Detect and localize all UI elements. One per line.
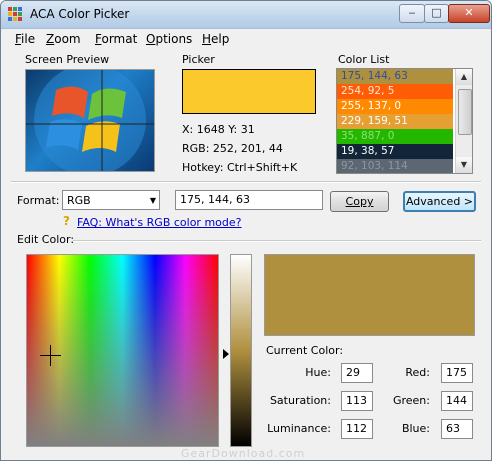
blue-label: Blue: bbox=[401, 422, 430, 435]
color-list-item[interactable]: 35, 887, 0 bbox=[337, 129, 453, 144]
luminance-marker-icon[interactable] bbox=[223, 349, 229, 359]
format-label: Format: bbox=[17, 194, 60, 207]
close-button[interactable]: ✕ bbox=[448, 4, 490, 23]
color-list-item[interactable]: 175, 144, 63 bbox=[337, 69, 453, 84]
chevron-down-icon: ▼ bbox=[149, 196, 156, 205]
color-list-scrollbar[interactable]: ▲ ▼ bbox=[455, 69, 472, 173]
maximize-button[interactable]: □ bbox=[424, 4, 449, 23]
menu-zoom[interactable]: Zoom bbox=[46, 32, 81, 46]
color-spectrum[interactable] bbox=[26, 254, 219, 447]
color-value-input[interactable]: 175, 144, 63 bbox=[175, 190, 323, 210]
red-input[interactable]: 175 bbox=[441, 363, 473, 383]
green-input[interactable]: 144 bbox=[441, 391, 473, 411]
picker-hotkey: Hotkey: Ctrl+Shift+K bbox=[182, 161, 298, 174]
menu-format[interactable]: Format bbox=[95, 32, 137, 46]
edit-color-label: Edit Color: bbox=[17, 233, 75, 246]
window-title: ACA Color Picker bbox=[30, 7, 130, 21]
minimize-button[interactable]: ‒ bbox=[399, 4, 425, 23]
screen-preview-label: Screen Preview bbox=[25, 53, 110, 66]
luminance-slider[interactable] bbox=[230, 254, 252, 447]
copy-button-label: Copy bbox=[345, 195, 374, 208]
faq-link[interactable]: FAQ: What's RGB color mode? bbox=[77, 216, 242, 229]
picker-label: Picker bbox=[182, 53, 215, 66]
menu-help[interactable]: Help bbox=[202, 32, 229, 46]
hue-label: Hue: bbox=[305, 366, 331, 379]
color-list-item[interactable]: 92, 103, 114 bbox=[337, 159, 453, 173]
luminance-input[interactable]: 112 bbox=[341, 419, 373, 439]
minimize-icon: ‒ bbox=[408, 6, 416, 19]
format-select-value: RGB bbox=[67, 194, 91, 207]
menu-file[interactable]: File bbox=[15, 32, 35, 46]
help-bulb-icon: ? bbox=[63, 214, 70, 228]
color-list-item[interactable]: 19, 38, 57 bbox=[337, 144, 453, 159]
app-window: ACA Color Picker ‒ □ ✕ File Zoom Format … bbox=[0, 0, 492, 461]
scroll-up-icon[interactable]: ▲ bbox=[456, 69, 472, 85]
luminance-label: Luminance: bbox=[267, 422, 331, 435]
color-list-item[interactable]: 229, 159, 51 bbox=[337, 114, 453, 129]
divider bbox=[73, 240, 481, 242]
copy-button[interactable]: Copy bbox=[330, 191, 389, 212]
scroll-down-icon[interactable]: ▼ bbox=[456, 157, 472, 173]
title-bar[interactable]: ACA Color Picker ‒ □ ✕ bbox=[1, 1, 491, 29]
menu-bar: File Zoom Format Options Help bbox=[1, 29, 491, 48]
saturation-label: Saturation: bbox=[269, 394, 331, 407]
menu-options[interactable]: Options bbox=[146, 32, 192, 46]
app-grid-icon bbox=[8, 7, 23, 22]
crosshair-icon bbox=[40, 355, 61, 356]
advanced-button[interactable]: Advanced > bbox=[403, 191, 476, 212]
current-color-swatch bbox=[264, 254, 475, 336]
color-list-label: Color List bbox=[338, 53, 390, 66]
scroll-thumb[interactable] bbox=[458, 89, 472, 135]
current-color-label: Current Color: bbox=[266, 344, 344, 357]
hue-input[interactable]: 29 bbox=[341, 363, 373, 383]
screen-preview bbox=[25, 69, 155, 172]
watermark: GearDownload.com bbox=[181, 447, 306, 460]
color-list-item[interactable]: 254, 92, 5 bbox=[337, 84, 453, 99]
color-list[interactable]: 175, 144, 63 254, 92, 5 255, 137, 0 229, 15… bbox=[336, 68, 473, 174]
red-label: Red: bbox=[405, 366, 430, 379]
picker-rgb: RGB: 252, 201, 44 bbox=[182, 142, 283, 155]
divider bbox=[11, 181, 481, 183]
blue-input[interactable]: 63 bbox=[441, 419, 473, 439]
format-select[interactable]: RGB ▼ bbox=[62, 190, 160, 210]
color-list-item[interactable]: 255, 137, 0 bbox=[337, 99, 453, 114]
windows-logo-icon bbox=[26, 70, 154, 171]
saturation-input[interactable]: 113 bbox=[341, 391, 373, 411]
close-icon: ✕ bbox=[464, 6, 474, 19]
picker-coordinates: X: 1648 Y: 31 bbox=[182, 123, 255, 136]
maximize-icon: □ bbox=[431, 6, 442, 19]
picker-color-swatch bbox=[182, 69, 316, 114]
green-label: Green: bbox=[392, 394, 430, 407]
